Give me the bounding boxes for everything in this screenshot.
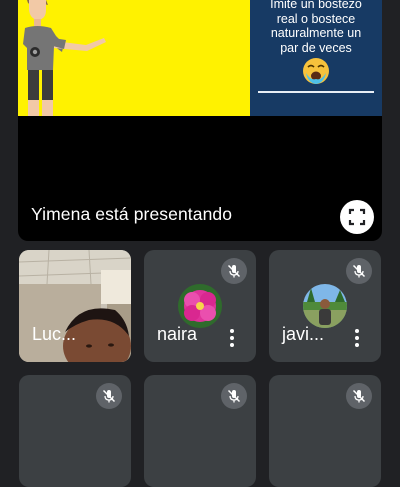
slide-text-panel: Imite un bostezo real o bostece naturalm… [250,0,382,116]
more-vert-icon[interactable] [352,329,362,349]
muted-badge [221,383,247,409]
shared-slide: Imite un bostezo real o bostece naturalm… [18,0,382,116]
mic-off-icon [102,389,116,403]
yawning-face-icon [303,58,329,84]
participant-name: Luc... [32,324,77,344]
participant-tile[interactable]: javi... [269,250,381,362]
participant-name: naira [157,324,198,344]
slide-divider [258,91,374,93]
muted-badge [96,383,122,409]
mic-off-icon [227,264,241,278]
fullscreen-button[interactable] [340,200,374,234]
participant-video [19,250,131,362]
muted-badge [346,383,372,409]
mic-off-icon [352,264,366,278]
outdoor-photo-avatar [303,284,347,328]
presentation-tile[interactable]: Imite un bostezo real o bostece naturalm… [18,0,382,241]
presenter-illustration [23,0,106,116]
muted-badge [221,258,247,284]
pink-flower-avatar [178,284,222,328]
more-vert-icon[interactable] [227,329,237,349]
participant-tile[interactable] [269,375,381,487]
fullscreen-icon [348,208,366,226]
participant-tile[interactable] [19,375,131,487]
presenting-label: Yimena está presentando [31,204,233,224]
participant-tile[interactable]: Luc... [19,250,131,362]
slide-yellow-area [18,0,250,116]
mic-off-icon [352,389,366,403]
muted-badge [346,258,372,284]
participant-tile[interactable] [144,375,256,487]
mic-off-icon [227,389,241,403]
slide-text: Imite un bostezo real o bostece naturalm… [270,0,362,55]
participant-name: javi... [282,324,325,344]
participant-tile[interactable]: naira [144,250,256,362]
